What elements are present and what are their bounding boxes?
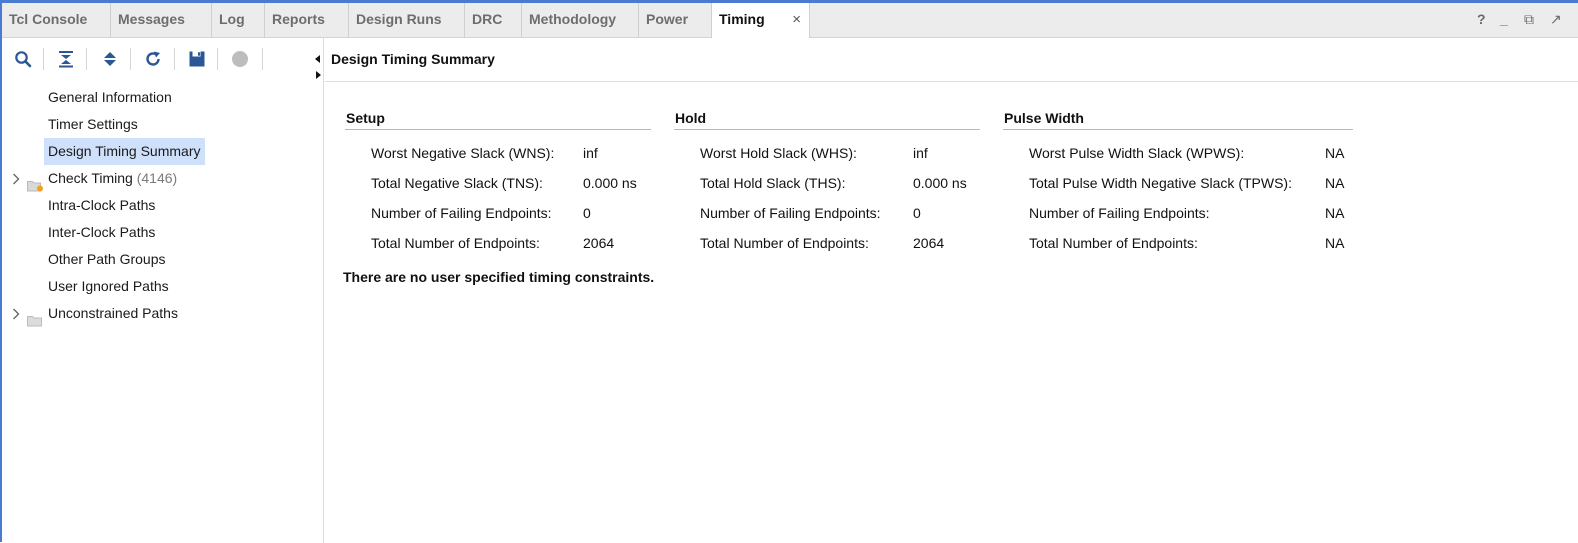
- tab-label: Timing: [719, 11, 765, 27]
- minimize-icon[interactable]: _: [1500, 3, 1508, 38]
- metric-label: Worst Pulse Width Slack (WPWS):: [1029, 145, 1245, 161]
- close-icon[interactable]: ×: [792, 3, 801, 36]
- page-title: Design Timing Summary: [331, 51, 495, 67]
- metric-value: 2064: [583, 235, 615, 251]
- toolbar-separator: [43, 48, 44, 70]
- tree-item-label: Unconstrained Paths: [48, 305, 178, 321]
- report-header: Design Timing Summary: [325, 38, 1578, 82]
- tree-item-label: Check Timing: [48, 170, 133, 186]
- section-title-pulse-width: Pulse Width: [1003, 110, 1353, 130]
- section-title-setup: Setup: [345, 110, 651, 130]
- restore-icon[interactable]: ⧉: [1524, 3, 1534, 38]
- report-navigator: General Information Timer Settings Desig…: [2, 38, 324, 543]
- tree-item-intra-clock-paths[interactable]: Intra-Clock Paths: [2, 192, 324, 219]
- tree-item-label: Design Timing Summary: [44, 138, 205, 165]
- tab-drc[interactable]: DRC: [465, 3, 522, 38]
- metric-label: Number of Failing Endpoints:: [371, 205, 552, 221]
- tab-label: Methodology: [529, 11, 617, 27]
- pulse-width-section: Pulse Width Worst Pulse Width Slack (WPW…: [1003, 110, 1353, 251]
- tab-reports[interactable]: Reports: [265, 3, 349, 38]
- toolbar-separator: [217, 48, 218, 70]
- metric-value: 2064: [913, 235, 945, 251]
- tree-item-design-timing-summary[interactable]: Design Timing Summary: [2, 138, 324, 165]
- tab-design-runs[interactable]: Design Runs: [349, 3, 465, 38]
- tree-item-inter-clock-paths[interactable]: Inter-Clock Paths: [2, 219, 324, 246]
- tree-item-label: User Ignored Paths: [48, 278, 169, 294]
- toolbar-separator: [262, 48, 263, 70]
- constraints-note: There are no user specified timing const…: [343, 269, 655, 285]
- tab-label: DRC: [472, 11, 503, 27]
- metric-label: Worst Negative Slack (WNS):: [371, 145, 555, 161]
- metric-value: 0.000 ns: [583, 175, 637, 191]
- tab-bar: Tcl Console Messages Log Reports Design …: [2, 3, 1578, 38]
- metric-label: Total Number of Endpoints:: [1029, 235, 1198, 251]
- tab-timing[interactable]: Timing ×: [712, 3, 810, 38]
- item-count-badge: (4146): [136, 170, 178, 186]
- metric-label: Total Number of Endpoints:: [700, 235, 869, 251]
- tree-item-label: Intra-Clock Paths: [48, 197, 156, 213]
- metric-value: inf: [913, 145, 928, 161]
- collapse-all-icon[interactable]: [53, 46, 79, 72]
- save-icon[interactable]: [184, 46, 210, 72]
- tab-label: Reports: [272, 11, 325, 27]
- tree-item-label: Timer Settings: [48, 116, 138, 132]
- tree-item-label: Other Path Groups: [48, 251, 166, 267]
- tab-methodology[interactable]: Methodology: [522, 3, 639, 38]
- toolbar-separator: [174, 48, 175, 70]
- toolbar-separator: [130, 48, 131, 70]
- tree-item-user-ignored-paths[interactable]: User Ignored Paths: [2, 273, 324, 300]
- tab-power[interactable]: Power: [639, 3, 712, 38]
- tab-log[interactable]: Log: [212, 3, 265, 38]
- tab-label: Messages: [118, 11, 185, 27]
- metric-value: NA: [1325, 205, 1345, 221]
- metric-value: 0.000 ns: [913, 175, 967, 191]
- hold-section: Hold Worst Hold Slack (WHS): inf Total H…: [674, 110, 980, 251]
- metric-label: Total Number of Endpoints:: [371, 235, 540, 251]
- warning-folder-icon: [27, 174, 43, 192]
- tab-label: Log: [219, 11, 245, 27]
- metric-label: Number of Failing Endpoints:: [700, 205, 881, 221]
- timing-window: Tcl Console Messages Log Reports Design …: [0, 0, 1578, 543]
- search-icon[interactable]: [10, 46, 36, 72]
- float-icon[interactable]: ↗: [1550, 3, 1562, 38]
- tree-item-label: General Information: [48, 89, 172, 105]
- metric-value: inf: [583, 145, 598, 161]
- metric-value: 0: [583, 205, 591, 221]
- folder-icon: [27, 309, 42, 327]
- tree-item-general-information[interactable]: General Information: [2, 84, 324, 111]
- tree-item-other-path-groups[interactable]: Other Path Groups: [2, 246, 324, 273]
- setup-section: Setup Worst Negative Slack (WNS): inf To…: [345, 110, 651, 251]
- chevron-right-icon[interactable]: [12, 165, 20, 194]
- tab-messages[interactable]: Messages: [111, 3, 212, 38]
- report-content: Design Timing Summary Setup Worst Negati…: [315, 38, 1578, 543]
- metric-label: Total Negative Slack (TNS):: [371, 175, 543, 191]
- metric-value: NA: [1325, 175, 1345, 191]
- tab-tcl-console[interactable]: Tcl Console: [2, 3, 111, 38]
- tree-item-label: Inter-Clock Paths: [48, 224, 156, 240]
- metric-label: Number of Failing Endpoints:: [1029, 205, 1210, 221]
- tree-item-timer-settings[interactable]: Timer Settings: [2, 111, 324, 138]
- toolbar-separator: [86, 48, 87, 70]
- tree-item-check-timing[interactable]: Check Timing (4146): [2, 165, 324, 192]
- tree-item-unconstrained-paths[interactable]: Unconstrained Paths: [2, 300, 324, 327]
- expand-all-icon[interactable]: [97, 46, 123, 72]
- metric-value: NA: [1325, 235, 1345, 251]
- metric-value: NA: [1325, 145, 1345, 161]
- section-title-hold: Hold: [674, 110, 980, 130]
- tab-label: Design Runs: [356, 11, 442, 27]
- chevron-right-icon[interactable]: [12, 300, 20, 329]
- navigator-toolbar: [2, 38, 324, 78]
- refresh-icon[interactable]: [140, 46, 166, 72]
- metric-value: 0: [913, 205, 921, 221]
- help-icon[interactable]: ?: [1477, 3, 1486, 38]
- stop-icon[interactable]: [227, 46, 253, 72]
- tab-label: Tcl Console: [9, 11, 88, 27]
- metric-label: Worst Hold Slack (WHS):: [700, 145, 857, 161]
- tab-label: Power: [646, 11, 689, 27]
- metric-label: Total Hold Slack (THS):: [700, 175, 846, 191]
- metric-label: Total Pulse Width Negative Slack (TPWS):: [1029, 175, 1292, 191]
- splitter-arrows[interactable]: [313, 52, 323, 85]
